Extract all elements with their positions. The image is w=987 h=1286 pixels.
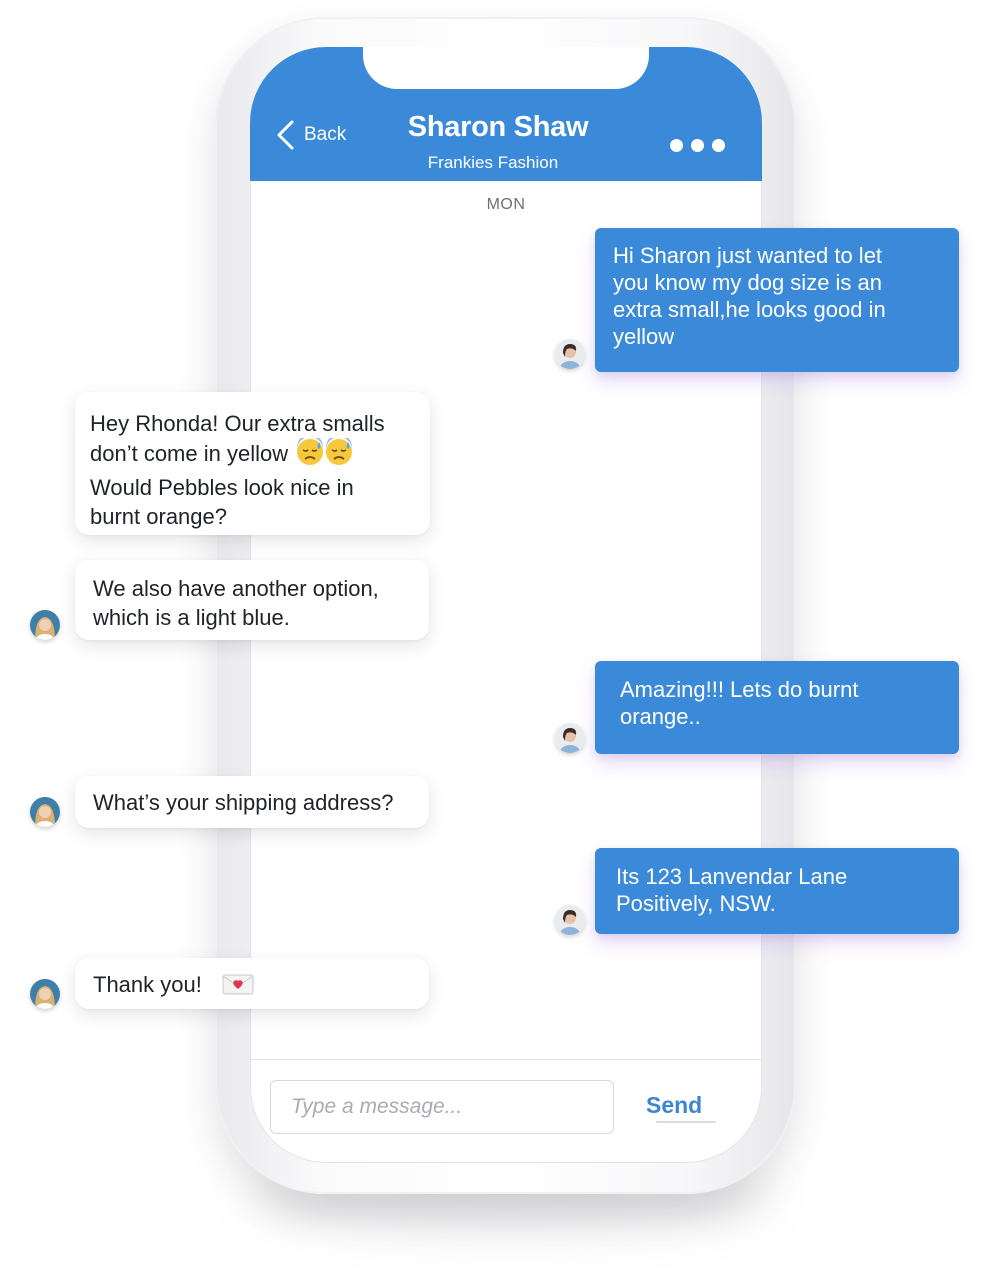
outgoing-message: Its 123 Lanvendar Lane Positively, NSW. <box>595 848 959 934</box>
send-button[interactable]: Send <box>646 1092 702 1119</box>
contact-avatar <box>30 797 60 827</box>
contact-company: Frankies Fashion <box>427 153 559 172</box>
day-divider: MON <box>486 196 526 213</box>
user-avatar <box>555 723 585 753</box>
contact-avatar <box>30 979 60 1009</box>
marketing-stage: Back Sharon Shaw Frankies Fashion MON Hi… <box>0 0 987 1286</box>
message-text: Its 123 Lanvendar Lane Positively, NSW. <box>616 864 848 916</box>
message-text-line: Hey Rhonda! Our extra smalls <box>90 411 385 436</box>
more-dots-icon <box>670 139 683 152</box>
chat-header: Back Sharon Shaw Frankies Fashion <box>250 47 762 181</box>
message-text: Amazing!!! Lets do burnt orange.. <box>620 677 859 729</box>
more-options-button[interactable] <box>670 139 725 152</box>
incoming-message: We also have another option, which is a … <box>75 560 429 640</box>
message-text: We also have another option, which is a … <box>93 576 379 630</box>
user-avatar <box>555 339 585 369</box>
message-text: What’s your shipping address? <box>93 790 394 815</box>
message-text: Would Pebbles look nice in burnt orange? <box>90 475 354 529</box>
send-underline <box>656 1121 716 1123</box>
message-text: Thank you! <box>93 972 202 997</box>
message-input[interactable] <box>270 1080 614 1134</box>
outgoing-message: Hi Sharon just wanted to let you know my… <box>595 228 959 372</box>
more-dots-icon <box>712 139 725 152</box>
incoming-message: What’s your shipping address? <box>75 776 429 828</box>
downcast-sweat-emoji-icon <box>296 434 356 473</box>
incoming-message: Thank you! <box>75 958 429 1009</box>
incoming-message: Hey Rhonda! Our extra smalls don’t come … <box>75 392 430 535</box>
contact-avatar <box>30 610 60 640</box>
message-text-line: don’t come in yellow <box>90 441 289 466</box>
phone-notch <box>363 47 649 89</box>
love-letter-emoji-icon <box>222 973 254 1002</box>
more-dots-icon <box>691 139 704 152</box>
outgoing-message: Amazing!!! Lets do burnt orange.. <box>595 661 959 754</box>
message-text: Hi Sharon just wanted to let you know my… <box>613 243 886 349</box>
composer-divider <box>250 1059 762 1060</box>
user-avatar <box>555 905 585 935</box>
